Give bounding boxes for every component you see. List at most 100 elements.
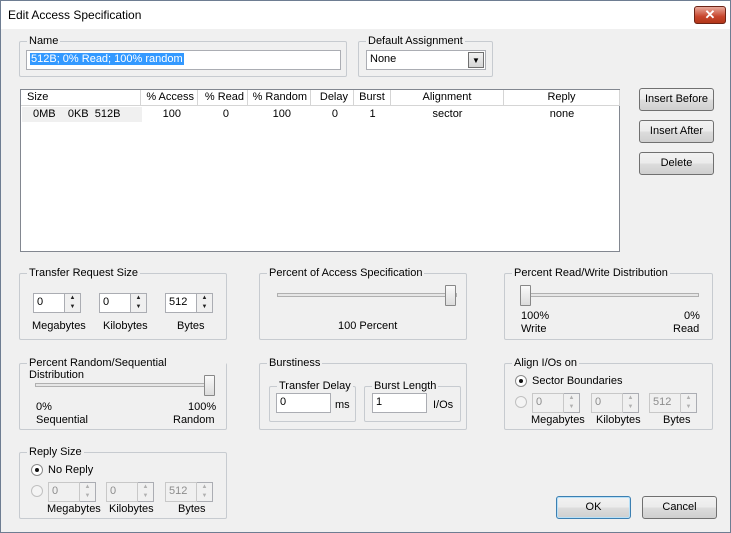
sequential-percent: 0% (36, 401, 52, 413)
cancel-button[interactable]: Cancel (642, 496, 717, 519)
burst-length-label: Burst Length (372, 380, 439, 392)
reply-kilobytes-input[interactable]: 0 (106, 482, 138, 502)
spin-up-icon[interactable]: ▲ (131, 294, 146, 303)
delete-button[interactable]: Delete (639, 152, 714, 175)
reply-custom-radio[interactable] (31, 485, 43, 497)
write-label: Write (521, 323, 547, 335)
percent-access-label: Percent of Access Specification (267, 267, 425, 279)
align-custom-radio[interactable] (515, 396, 527, 408)
spin-up-icon[interactable]: ▲ (197, 294, 212, 303)
ok-button[interactable]: OK (556, 496, 631, 519)
column-header-random[interactable]: % Random (248, 90, 311, 106)
transfer-delay-unit: ms (335, 399, 350, 411)
name-input[interactable]: 512B; 0% Read; 100% random (26, 50, 341, 70)
column-header-size[interactable]: Size (21, 90, 141, 106)
random-percent: 100% (188, 401, 217, 413)
transfer-megabytes-label: Megabytes (32, 320, 86, 332)
align-megabytes-label: Megabytes (531, 414, 585, 426)
row-random: 100 (272, 108, 291, 120)
spin-down-icon[interactable]: ▼ (681, 403, 696, 412)
reply-bytes-spinner[interactable]: ▲ ▼ (197, 482, 213, 502)
spin-up-icon[interactable]: ▲ (65, 294, 80, 303)
align-kilobytes-input[interactable]: 0 (591, 393, 623, 413)
dropdown-arrow-icon[interactable]: ▼ (468, 52, 484, 68)
column-header-reply[interactable]: Reply (504, 90, 620, 106)
sector-boundaries-label: Sector Boundaries (532, 375, 623, 387)
access-spec-table[interactable]: Size % Access % Read % Random Delay Burs… (20, 89, 620, 252)
row-access: 100 (162, 108, 181, 120)
edit-access-spec-dialog: Edit Access Specification ✕ Name 512B; 0… (0, 0, 731, 533)
sequential-label: Sequential (36, 414, 88, 426)
transfer-request-size-label: Transfer Request Size (27, 267, 141, 279)
transfer-kilobytes-spinner[interactable]: ▲ ▼ (131, 293, 147, 313)
spin-down-icon[interactable]: ▼ (564, 403, 579, 412)
row-alignment: sector (432, 108, 463, 120)
insert-after-button[interactable]: Insert After (639, 120, 714, 143)
spin-down-icon[interactable]: ▼ (65, 303, 80, 312)
spin-down-icon[interactable]: ▼ (197, 303, 212, 312)
default-assignment-select[interactable]: None ▼ (366, 50, 486, 70)
spin-down-icon[interactable]: ▼ (623, 403, 638, 412)
transfer-kilobytes-input[interactable]: 0 (99, 293, 131, 313)
write-percent: 100% (521, 310, 550, 322)
align-kilobytes-label: Kilobytes (596, 414, 641, 426)
transfer-bytes-input[interactable]: 512 (165, 293, 197, 313)
spin-up-icon[interactable]: ▲ (681, 394, 696, 403)
read-percent: 0% (684, 310, 700, 322)
transfer-delay-input[interactable]: 0 (276, 393, 331, 413)
spin-up-icon[interactable]: ▲ (80, 483, 95, 492)
insert-before-button[interactable]: Insert Before (639, 88, 714, 111)
spin-down-icon[interactable]: ▼ (197, 492, 212, 501)
read-write-slider-thumb[interactable] (520, 285, 531, 306)
row-reply: none (549, 108, 575, 120)
reply-megabytes-input[interactable]: 0 (48, 482, 80, 502)
row-size: 0MB 0KB 512B (33, 108, 121, 120)
spin-down-icon[interactable]: ▼ (131, 303, 146, 312)
sector-boundaries-radio[interactable] (515, 375, 527, 387)
burstiness-label: Burstiness (267, 357, 323, 369)
random-sequential-slider-track[interactable] (35, 383, 215, 387)
spin-down-icon[interactable]: ▼ (80, 492, 95, 501)
column-header-burst[interactable]: Burst (354, 90, 391, 106)
row-delay: 0 (331, 108, 338, 120)
row-read: 0 (222, 108, 229, 120)
column-header-alignment[interactable]: Alignment (391, 90, 504, 106)
burst-length-unit: I/Os (433, 399, 454, 411)
spin-up-icon[interactable]: ▲ (564, 394, 579, 403)
spin-down-icon[interactable]: ▼ (138, 492, 153, 501)
percent-access-slider-track[interactable] (277, 293, 457, 297)
default-assignment-label: Default Assignment (366, 35, 465, 47)
spin-up-icon[interactable]: ▲ (623, 394, 638, 403)
column-header-access[interactable]: % Access (141, 90, 198, 106)
transfer-delay-label: Transfer Delay (277, 380, 353, 392)
default-assignment-value: None (370, 53, 397, 65)
spin-up-icon[interactable]: ▲ (138, 483, 153, 492)
reply-bytes-input[interactable]: 512 (165, 482, 197, 502)
transfer-megabytes-spinner[interactable]: ▲ ▼ (65, 293, 81, 313)
column-header-delay[interactable]: Delay (311, 90, 354, 106)
close-button[interactable]: ✕ (694, 6, 726, 24)
transfer-bytes-spinner[interactable]: ▲ ▼ (197, 293, 213, 313)
random-sequential-slider-thumb[interactable] (204, 375, 215, 396)
percent-access-value: 100 Percent (338, 320, 398, 332)
name-group-label: Name (27, 35, 61, 47)
burst-length-input[interactable]: 1 (372, 393, 427, 413)
read-write-slider-track[interactable] (521, 293, 699, 297)
align-bytes-input[interactable]: 512 (649, 393, 681, 413)
column-header-read[interactable]: % Read (198, 90, 248, 106)
reply-megabytes-spinner[interactable]: ▲ ▼ (80, 482, 96, 502)
percent-access-slider-thumb[interactable] (445, 285, 456, 306)
align-bytes-spinner[interactable]: ▲ ▼ (681, 393, 697, 413)
align-megabytes-spinner[interactable]: ▲ ▼ (564, 393, 580, 413)
name-input-value: 512B; 0% Read; 100% random (30, 53, 184, 65)
align-kilobytes-spinner[interactable]: ▲ ▼ (623, 393, 639, 413)
reply-megabytes-label: Megabytes (47, 503, 101, 515)
reply-kilobytes-spinner[interactable]: ▲ ▼ (138, 482, 154, 502)
transfer-megabytes-input[interactable]: 0 (33, 293, 65, 313)
transfer-bytes-label: Bytes (177, 320, 205, 332)
spin-up-icon[interactable]: ▲ (197, 483, 212, 492)
no-reply-radio[interactable] (31, 464, 43, 476)
align-megabytes-input[interactable]: 0 (532, 393, 564, 413)
row-burst: 1 (369, 108, 376, 120)
read-write-label: Percent Read/Write Distribution (512, 267, 670, 279)
